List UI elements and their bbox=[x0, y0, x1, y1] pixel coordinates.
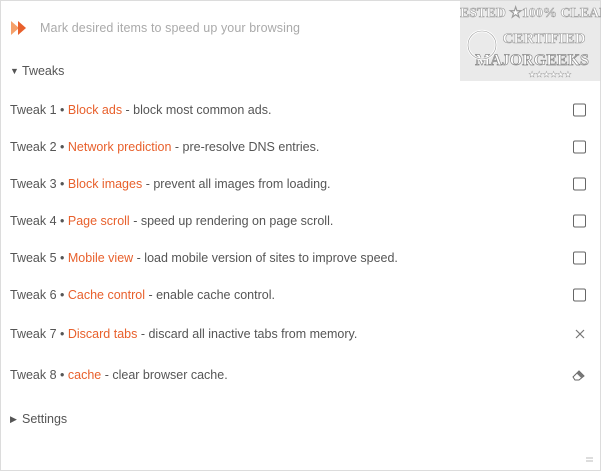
tweak-row-page-scroll: Tweak 4 • Page scroll - speed up renderi… bbox=[10, 211, 592, 231]
tweak-name: Block images bbox=[67, 177, 143, 191]
tweak-label: Tweak 6 • Cache control - enable cache c… bbox=[10, 288, 275, 302]
tweak-row-cache-control: Tweak 6 • Cache control - enable cache c… bbox=[10, 285, 592, 305]
tweak-label: Tweak 7 • Discard tabs - discard all ina… bbox=[10, 327, 358, 341]
header-text: Mark desired items to speed up your brow… bbox=[40, 21, 301, 35]
tweak-label: Tweak 8 • cache - clear browser cache. bbox=[10, 368, 228, 382]
tweak-name: Page scroll bbox=[67, 214, 130, 228]
close-icon[interactable] bbox=[574, 328, 586, 340]
tweak-name: Mobile view bbox=[67, 251, 134, 265]
tweak-row-network-prediction: Tweak 2 • Network prediction - pre-resol… bbox=[10, 137, 592, 157]
triangle-down-icon: ▼ bbox=[10, 66, 19, 76]
tweak-name: Network prediction bbox=[67, 140, 172, 154]
page-scroll-checkbox[interactable] bbox=[573, 214, 586, 228]
popup-window: Mark desired items to speed up your brow… bbox=[0, 0, 601, 471]
tweak-label: Tweak 5 • Mobile view - load mobile vers… bbox=[10, 251, 398, 265]
tweak-name: cache bbox=[67, 368, 102, 382]
eraser-icon[interactable] bbox=[572, 369, 586, 381]
svg-text:CERTIFIED: CERTIFIED bbox=[503, 31, 586, 47]
tweak-row-block-images: Tweak 3 • Block images - prevent all ima… bbox=[10, 174, 592, 194]
block-ads-checkbox[interactable] bbox=[573, 103, 586, 117]
resize-grip-icon[interactable] bbox=[584, 454, 594, 464]
settings-section-toggle[interactable]: ▶ Settings bbox=[10, 412, 67, 426]
tweak-row-discard-tabs: Tweak 7 • Discard tabs - discard all ina… bbox=[10, 324, 592, 344]
mobile-view-checkbox[interactable] bbox=[573, 251, 586, 265]
header: Mark desired items to speed up your brow… bbox=[11, 18, 300, 38]
tweak-row-mobile-view: Tweak 5 • Mobile view - load mobile vers… bbox=[10, 248, 592, 268]
tweak-row-block-ads: Tweak 1 • Block ads - block most common … bbox=[10, 100, 592, 120]
svg-text:★★★★★★: ★★★★★★ bbox=[528, 70, 571, 79]
tweak-name: Cache control bbox=[67, 288, 145, 302]
tweaks-section-label: Tweaks bbox=[22, 64, 65, 78]
tweak-name: Block ads bbox=[67, 103, 123, 117]
tweak-label: Tweak 2 • Network prediction - pre-resol… bbox=[10, 140, 320, 154]
svg-text:TESTED ★100% CLEAN: TESTED ★100% CLEAN bbox=[460, 5, 601, 21]
cache-control-checkbox[interactable] bbox=[573, 288, 586, 302]
tweak-label: Tweak 3 • Block images - prevent all ima… bbox=[10, 177, 331, 191]
triangle-right-icon: ▶ bbox=[10, 413, 17, 424]
block-images-checkbox[interactable] bbox=[573, 177, 586, 191]
double-chevron-right-icon bbox=[11, 21, 26, 35]
settings-section-label: Settings bbox=[22, 412, 68, 426]
tweak-row-clear-cache: Tweak 8 • cache - clear browser cache. bbox=[10, 365, 592, 385]
tweak-label: Tweak 1 • Block ads - block most common … bbox=[10, 103, 272, 117]
tweak-name: Discard tabs bbox=[67, 327, 138, 341]
tweaks-section-toggle[interactable]: ▼ Tweaks bbox=[10, 64, 64, 78]
majorgeeks-watermark: TESTED ★100% CLEAN CERTIFIED MAJORGEEKS … bbox=[460, 1, 601, 81]
tweak-label: Tweak 4 • Page scroll - speed up renderi… bbox=[10, 214, 334, 228]
network-prediction-checkbox[interactable] bbox=[573, 140, 586, 154]
